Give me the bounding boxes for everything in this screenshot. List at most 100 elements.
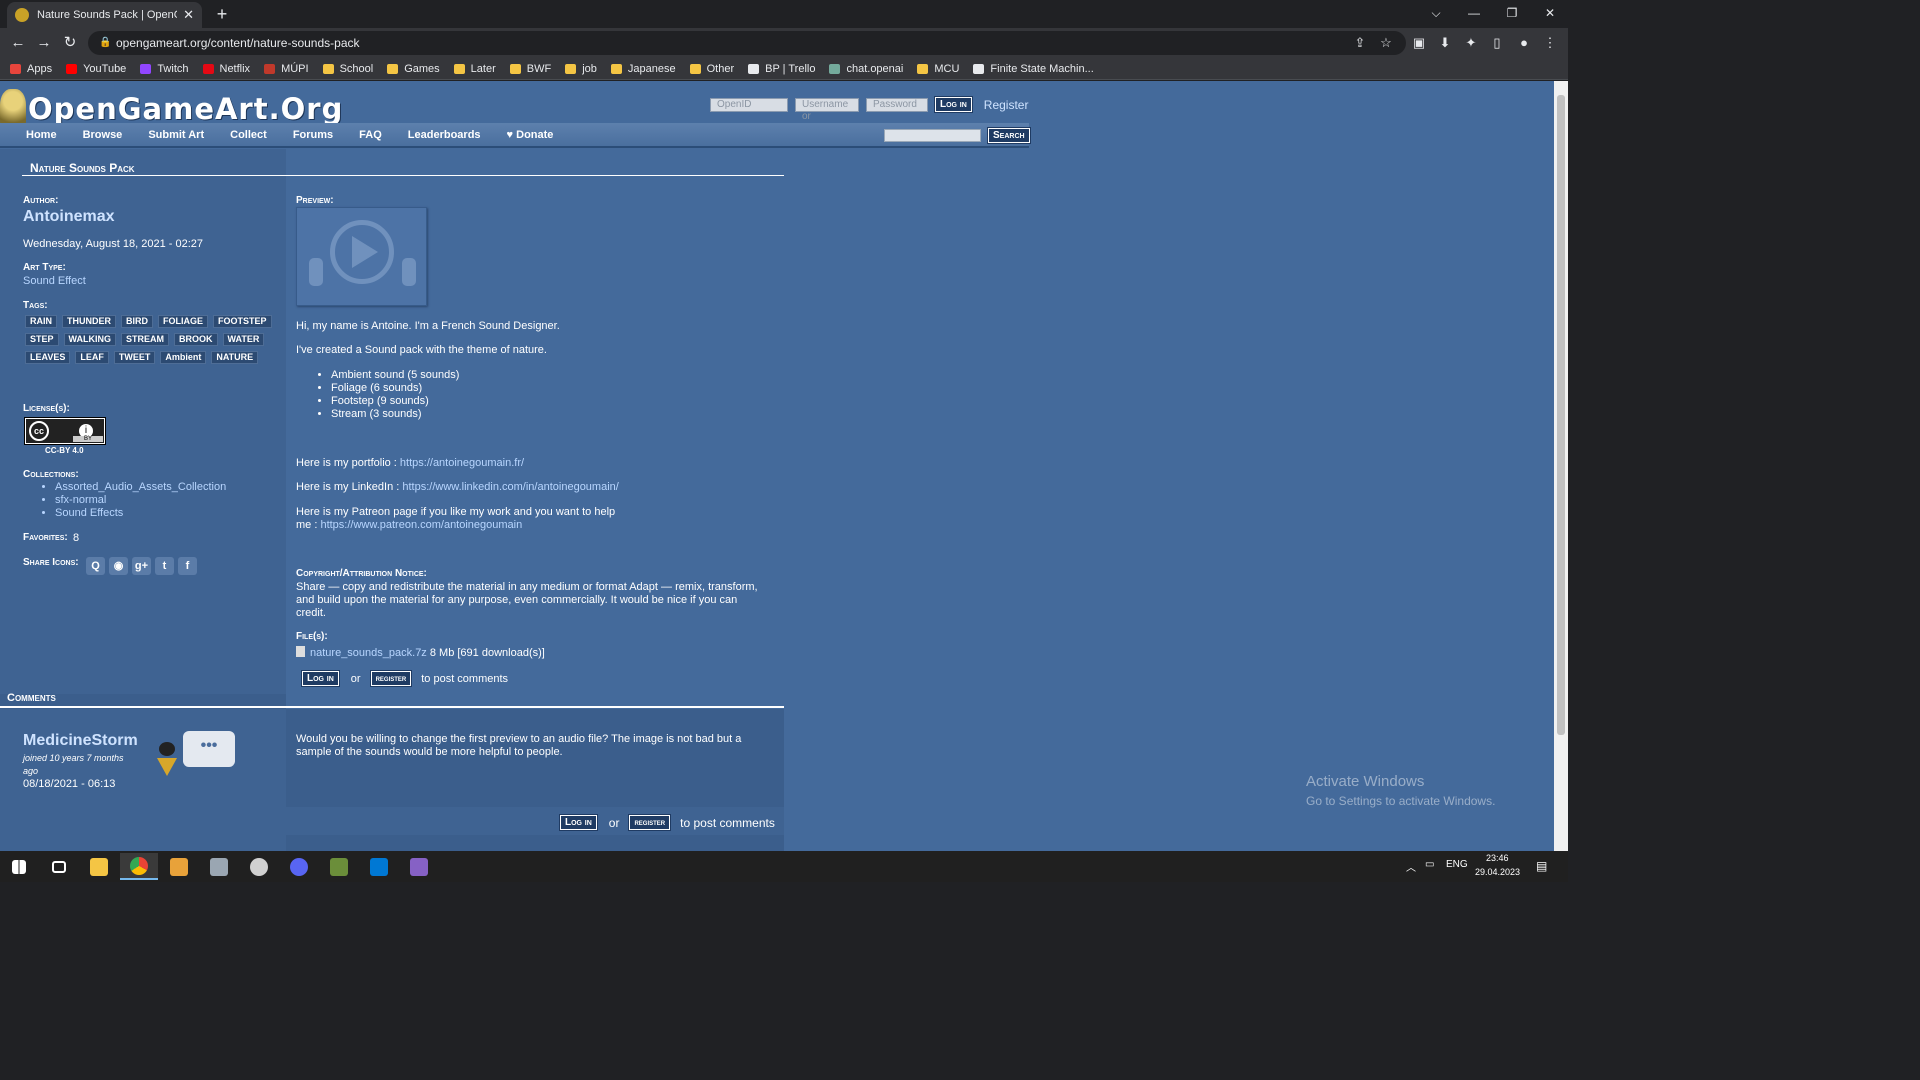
bookmark-item[interactable]: Games — [387, 63, 440, 75]
nav-forums[interactable]: Forums — [293, 129, 333, 141]
bookmark-item[interactable]: Japanese — [610, 63, 676, 75]
bookmark-item[interactable]: MÚPI — [264, 63, 309, 75]
task-view-icon[interactable] — [40, 853, 78, 880]
tag-chip[interactable]: LEAVES — [25, 351, 71, 364]
restore-icon[interactable]: ❐ — [1497, 3, 1527, 23]
register-link[interactable]: Register — [984, 98, 1029, 112]
tag-chip[interactable]: STEP — [25, 333, 59, 346]
bookmark-item[interactable]: Twitch — [140, 63, 189, 75]
comment-login-button[interactable]: Log in — [302, 671, 339, 686]
art-type-link[interactable]: Sound Effect — [23, 275, 86, 287]
tag-chip[interactable]: WATER — [222, 333, 265, 346]
vscode-icon[interactable] — [360, 853, 398, 880]
portfolio-link[interactable]: https://antoinegoumain.fr/ — [400, 457, 524, 469]
collection-link[interactable]: Assorted_Audio_Assets_Collection — [55, 481, 226, 494]
search-button[interactable]: Search — [988, 128, 1030, 143]
bookmark-item[interactable]: MCU — [917, 63, 959, 75]
bookmark-item[interactable]: job — [565, 63, 597, 75]
nav-donate[interactable]: ♥ Donate — [507, 129, 554, 141]
close-tab-icon[interactable]: ✕ — [183, 7, 194, 23]
forward-icon[interactable]: → — [34, 33, 54, 53]
file-download-link[interactable]: nature_sounds_pack.7z — [310, 647, 427, 659]
cc-by-badge[interactable]: cc i BY — [24, 417, 106, 445]
reload-icon[interactable]: ↻ — [60, 33, 80, 53]
nav-home[interactable]: Home — [26, 129, 57, 141]
clock-time[interactable]: 23:46 — [1486, 853, 1509, 863]
app-game-icon[interactable] — [320, 853, 358, 880]
bookmark-item[interactable]: Later — [453, 63, 496, 75]
side-panel-icon[interactable]: ▯ — [1487, 33, 1507, 53]
tab-search-icon[interactable]: ⌵ — [1421, 3, 1451, 23]
app-gallery-icon[interactable] — [200, 853, 238, 880]
nav-browse[interactable]: Browse — [83, 129, 123, 141]
battery-icon[interactable]: ▭ — [1425, 859, 1434, 870]
tag-chip[interactable]: BIRD — [121, 315, 153, 328]
bookmark-star-icon[interactable]: ☆ — [1376, 33, 1396, 53]
share-twitter-icon[interactable]: t — [155, 557, 174, 575]
tag-chip[interactable]: Ambient — [160, 351, 207, 364]
tag-chip[interactable]: RAIN — [25, 315, 57, 328]
discord-icon[interactable] — [280, 853, 318, 880]
nav-collect[interactable]: Collect — [230, 129, 267, 141]
bookmark-item[interactable]: BP | Trello — [748, 63, 815, 75]
download-icon[interactable]: ⬇ — [1435, 33, 1455, 53]
commenter-avatar[interactable] — [157, 742, 177, 782]
tag-chip[interactable]: NATURE — [211, 351, 259, 364]
profile-avatar-icon[interactable]: ● — [1514, 33, 1534, 53]
file-explorer-icon[interactable] — [80, 853, 118, 880]
bookmark-item[interactable]: School — [322, 63, 373, 75]
collection-link[interactable]: Sound Effects — [55, 507, 226, 520]
language-indicator[interactable]: ENG — [1446, 859, 1468, 870]
clock-date[interactable]: 29.04.2023 — [1475, 867, 1520, 877]
address-bar[interactable]: 🔒 opengameart.org/content/nature-sounds-… — [88, 31, 1406, 55]
tag-chip[interactable]: WALKING — [63, 333, 117, 346]
menu-kebab-icon[interactable]: ⋮ — [1540, 33, 1560, 53]
password-input[interactable]: Password — [866, 97, 928, 112]
bookmark-item[interactable]: chat.openai — [829, 63, 903, 75]
app-owl-icon[interactable] — [160, 853, 198, 880]
tray-chevron-icon[interactable]: ︿ — [1406, 859, 1416, 874]
share-icon[interactable]: ⇪ — [1350, 33, 1370, 53]
tag-chip[interactable]: BROOK — [174, 333, 218, 346]
tag-chip[interactable]: TWEET — [113, 351, 156, 364]
notifications-icon[interactable]: ▤ — [1536, 859, 1547, 873]
bookmark-item[interactable]: Other — [689, 63, 734, 75]
comment-register-button[interactable]: register — [370, 671, 412, 686]
share-reddit-icon[interactable]: ◉ — [109, 557, 128, 575]
tag-chip[interactable]: THUNDER — [62, 315, 116, 328]
openid-input[interactable]: OpenID — [710, 97, 788, 112]
bookmark-item[interactable]: YouTube — [66, 63, 126, 75]
close-window-icon[interactable]: ✕ — [1535, 3, 1565, 23]
back-icon[interactable]: ← — [8, 33, 28, 53]
bookmark-item[interactable]: Netflix — [202, 63, 250, 75]
linkedin-link[interactable]: https://www.linkedin.com/in/antoinegouma… — [402, 481, 618, 493]
share-facebook-icon[interactable]: f — [178, 557, 197, 575]
minimize-icon[interactable]: — — [1459, 3, 1489, 23]
new-tab-button[interactable]: + — [212, 4, 232, 24]
nav-leaderboards[interactable]: Leaderboards — [408, 129, 481, 141]
bookmark-item[interactable]: BWF — [509, 63, 551, 75]
license-name[interactable]: CC-BY 4.0 — [45, 446, 84, 455]
comment-login-button[interactable]: Log in — [560, 815, 597, 830]
author-link[interactable]: Antoinemax — [23, 208, 115, 226]
commenter-name[interactable]: MedicineStorm — [23, 732, 138, 750]
patreon-link[interactable]: https://www.patreon.com/antoinegoumain — [320, 519, 522, 531]
nav-submit-art[interactable]: Submit Art — [148, 129, 204, 141]
chrome-icon[interactable] — [120, 853, 158, 880]
share-googleplus-icon[interactable]: g+ — [132, 557, 151, 575]
audio-preview[interactable] — [296, 207, 427, 306]
tag-chip[interactable]: FOLIAGE — [158, 315, 208, 328]
tag-chip[interactable]: STREAM — [121, 333, 170, 346]
search-input[interactable] — [884, 129, 981, 142]
extension-metamask-icon[interactable]: ▣ — [1409, 33, 1429, 53]
comment-register-button[interactable]: register — [629, 815, 671, 830]
bookmark-item[interactable]: Finite State Machin... — [973, 63, 1094, 75]
bookmark-item[interactable]: Apps — [10, 63, 52, 75]
browser-tab[interactable]: Nature Sounds Pack | OpenGame ✕ — [7, 2, 202, 28]
start-icon[interactable] — [0, 853, 38, 880]
login-button[interactable]: Log in — [935, 97, 972, 112]
tag-chip[interactable]: LEAF — [75, 351, 109, 364]
share-quora-icon[interactable]: Q — [86, 557, 105, 575]
tag-chip[interactable]: FOOTSTEP — [213, 315, 272, 328]
nav-faq[interactable]: FAQ — [359, 129, 382, 141]
